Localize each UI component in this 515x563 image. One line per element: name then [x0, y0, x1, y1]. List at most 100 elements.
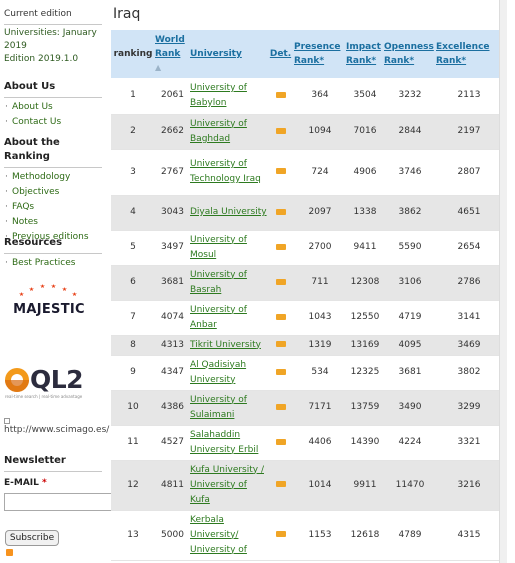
details-icon[interactable]: [275, 278, 286, 285]
excellence-sort-link[interactable]: Excellence Rank*: [436, 42, 490, 66]
university-link[interactable]: University of Technology Iraq: [190, 159, 261, 184]
world-rank-cell: 4527: [155, 425, 190, 461]
table-row: 3 2767 University of Technology Iraq 724 490…: [111, 149, 502, 196]
scrollbar[interactable]: [499, 0, 507, 563]
ql2-logo[interactable]: QL2 real-time search | real-time advanta…: [3, 365, 93, 405]
col-university[interactable]: University: [190, 30, 267, 78]
rank-cell: 5: [111, 230, 155, 266]
presence-cell: 1153: [294, 510, 346, 561]
university-sort-link[interactable]: University: [190, 49, 242, 59]
university-link[interactable]: Kerbala University/ University of: [190, 515, 247, 555]
presence-sort-link[interactable]: Presence Rank*: [294, 42, 340, 66]
details-icon[interactable]: [275, 481, 286, 487]
details-icon[interactable]: [275, 91, 286, 98]
presence-cell: 2700: [294, 230, 346, 266]
details-icon[interactable]: [275, 368, 286, 375]
table-row: 5 3497 University of Mosul 2700 9411 5590 2654: [111, 230, 502, 266]
det-cell: [267, 510, 294, 561]
openness-cell: 3490: [384, 390, 436, 426]
details-icon[interactable]: [275, 313, 286, 320]
col-impact[interactable]: Impact Rank*: [346, 30, 384, 78]
details-icon[interactable]: [275, 127, 286, 134]
details-icon[interactable]: [275, 403, 286, 410]
col-openness[interactable]: Openness Rank*: [384, 30, 436, 78]
university-link[interactable]: Kufa University / University of Kufa: [190, 465, 264, 505]
table-row: 9 4347 Al Qadisiyah University 534 12325 3681…: [111, 355, 502, 391]
col-excellence[interactable]: Excellence Rank*: [436, 30, 502, 78]
excellence-cell: 3299: [436, 390, 502, 426]
university-link[interactable]: Diyala University: [190, 207, 267, 217]
openness-cell: 4719: [384, 300, 436, 336]
university-cell: University of Sulaimani: [190, 390, 267, 426]
sidebar-item-notes[interactable]: Notes: [4, 215, 104, 230]
table-row: 7 4074 University of Anbar 1043 12550 4719 314…: [111, 300, 502, 336]
required-marker: *: [42, 478, 47, 488]
det-cell: [267, 425, 294, 461]
ranking-table: ranking World Rank ▲ University Det. Pres…: [111, 30, 502, 561]
university-link[interactable]: University of Sulaimani: [190, 395, 247, 420]
divider: [4, 97, 102, 98]
impact-cell: 3504: [346, 78, 384, 115]
rank-cell: 7: [111, 300, 155, 336]
university-link[interactable]: Salahaddin University Erbil: [190, 430, 258, 455]
resources-list: Best Practices: [4, 256, 104, 271]
details-icon[interactable]: [275, 341, 286, 347]
university-cell: Diyala University: [190, 195, 267, 231]
world-rank-sort-link[interactable]: World Rank: [155, 35, 185, 59]
det-cell: [267, 335, 294, 356]
col-presence[interactable]: Presence Rank*: [294, 30, 346, 78]
presence-cell: 724: [294, 149, 346, 196]
details-icon[interactable]: [275, 168, 286, 174]
det-sort-link[interactable]: Det.: [270, 49, 291, 59]
impact-cell: 12550: [346, 300, 384, 336]
impact-cell: 14390: [346, 425, 384, 461]
det-cell: [267, 265, 294, 301]
university-link[interactable]: University of Mosul: [190, 235, 247, 260]
university-link[interactable]: University of Babylon: [190, 83, 247, 108]
det-cell: [267, 114, 294, 150]
sidebar-item-methodology[interactable]: Methodology: [4, 170, 104, 185]
details-icon[interactable]: [275, 531, 286, 537]
det-cell: [267, 149, 294, 196]
rss-icon[interactable]: [6, 549, 13, 556]
sidebar-item-faqs[interactable]: FAQs: [4, 200, 104, 215]
divider: [4, 471, 102, 472]
about-us-list: About Us Contact Us: [4, 100, 104, 130]
subscribe-button[interactable]: Subscribe: [5, 530, 59, 546]
presence-cell: 534: [294, 355, 346, 391]
world-rank-cell: 2662: [155, 114, 190, 150]
university-link[interactable]: University of Basrah: [190, 270, 247, 295]
details-icon[interactable]: [275, 208, 286, 215]
col-ranking: ranking: [111, 30, 155, 78]
excellence-cell: 3321: [436, 425, 502, 461]
university-link[interactable]: University of Anbar: [190, 305, 247, 330]
university-cell: University of Anbar: [190, 300, 267, 336]
world-rank-cell: 2061: [155, 78, 190, 115]
university-link[interactable]: Tikrit University: [190, 340, 261, 350]
sidebar-item-objectives[interactable]: Objectives: [4, 185, 104, 200]
scimago-link[interactable]: http://www.scimago.es/: [4, 418, 109, 435]
openness-cell: 3232: [384, 78, 436, 115]
col-world-rank[interactable]: World Rank ▲: [155, 30, 190, 78]
impact-sort-link[interactable]: Impact Rank*: [346, 42, 381, 66]
details-icon[interactable]: [275, 438, 286, 445]
openness-sort-link[interactable]: Openness Rank*: [384, 42, 434, 66]
scimago-link-text: http://www.scimago.es/: [4, 425, 110, 435]
table-row: 13 5000 Kerbala University/ University of 1…: [111, 510, 502, 561]
openness-cell: 4095: [384, 335, 436, 356]
openness-cell: 3106: [384, 265, 436, 301]
sidebar-item-best-practices[interactable]: Best Practices: [4, 256, 104, 271]
about-ranking-list: Methodology Objectives FAQs Notes Previo…: [4, 170, 104, 245]
table-row: 4 3043 Diyala University 2097 1338 3862 4651: [111, 195, 502, 231]
majestic-logo[interactable]: MAJESTIC: [8, 282, 90, 322]
rank-cell: 1: [111, 78, 155, 115]
det-cell: [267, 300, 294, 336]
impact-cell: 1338: [346, 195, 384, 231]
majestic-wordmark: MAJESTIC: [13, 302, 85, 317]
sidebar-item-contact-us[interactable]: Contact Us: [4, 115, 104, 130]
sidebar-item-about-us[interactable]: About Us: [4, 100, 104, 115]
university-link[interactable]: University of Baghdad: [190, 119, 247, 144]
details-icon[interactable]: [275, 243, 286, 250]
university-link[interactable]: Al Qadisiyah University: [190, 360, 246, 385]
col-det[interactable]: Det.: [267, 30, 294, 78]
